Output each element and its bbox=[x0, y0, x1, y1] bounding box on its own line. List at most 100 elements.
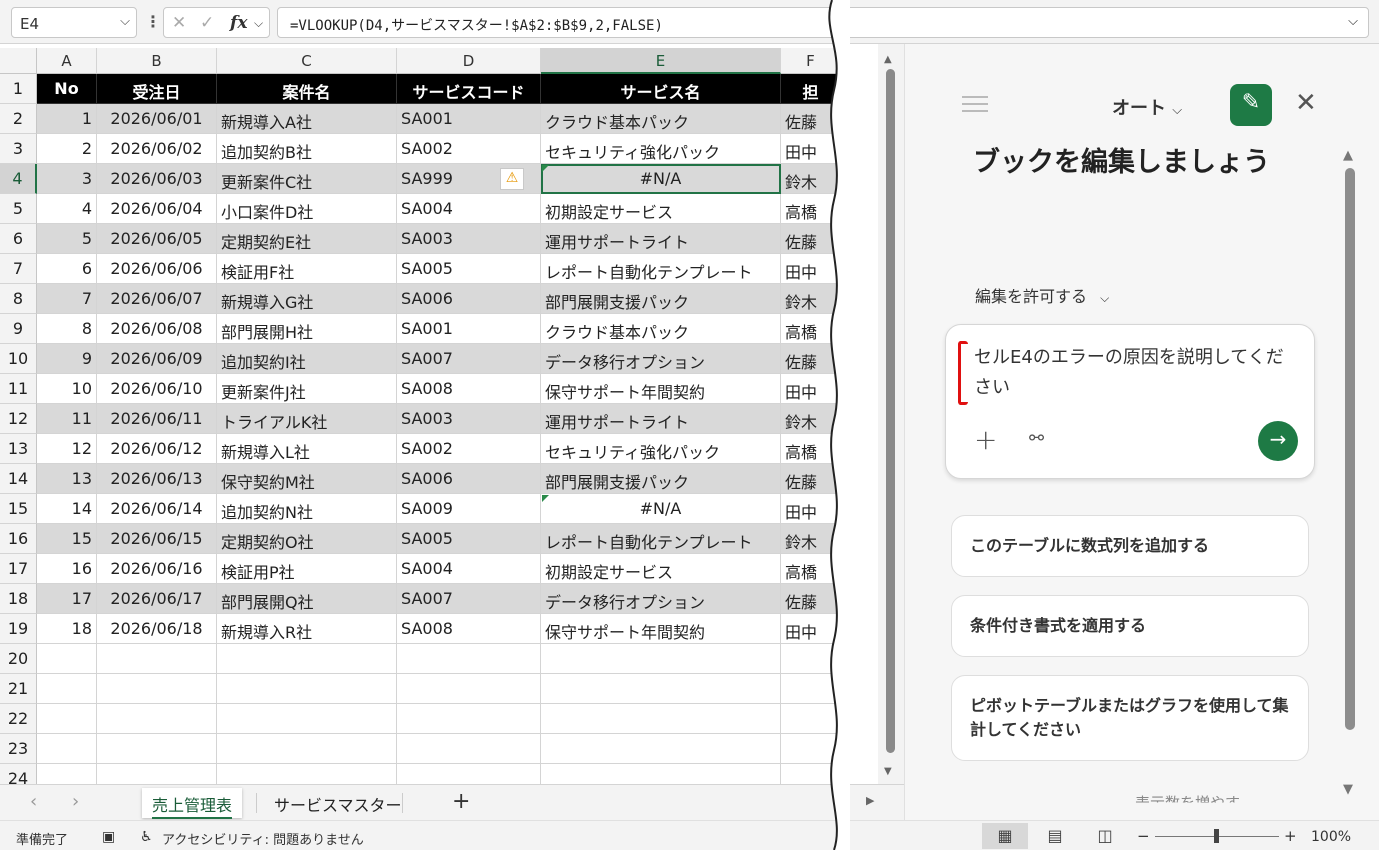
table-cell[interactable]: 2026/06/11 bbox=[97, 404, 217, 434]
table-cell[interactable]: 運用サポートライト bbox=[541, 404, 781, 434]
table-cell[interactable] bbox=[217, 674, 397, 704]
table-cell[interactable]: 1 bbox=[37, 104, 97, 134]
table-cell[interactable] bbox=[397, 644, 541, 674]
table-cell[interactable] bbox=[397, 764, 541, 784]
scroll-right-icon[interactable]: ▶ bbox=[866, 794, 874, 807]
next-sheet-icon[interactable]: › bbox=[72, 791, 79, 812]
suggestion-pivot-chart[interactable]: ピボットテーブルまたはグラフを使用して集計してください bbox=[951, 675, 1309, 761]
chevron-down-icon[interactable]: ⌵ bbox=[120, 14, 130, 29]
table-cell[interactable]: 更新案件C社 bbox=[217, 164, 397, 194]
new-chat-icon[interactable]: ✎ bbox=[1230, 84, 1272, 126]
table-cell[interactable]: 17 bbox=[37, 584, 97, 614]
table-cell[interactable]: 検証用F社 bbox=[217, 254, 397, 284]
row-header[interactable]: 13 bbox=[0, 434, 37, 464]
row-header[interactable]: 8 bbox=[0, 284, 37, 314]
row-header[interactable]: 20 bbox=[0, 644, 37, 674]
table-cell[interactable]: 9 bbox=[37, 344, 97, 374]
table-cell[interactable] bbox=[397, 674, 541, 704]
table-cell[interactable]: クラウド基本パック bbox=[541, 314, 781, 344]
row-header[interactable]: 12 bbox=[0, 404, 37, 434]
add-sheet-button[interactable]: + bbox=[452, 789, 470, 814]
table-cell[interactable]: 部門展開Q社 bbox=[217, 584, 397, 614]
table-cell[interactable]: 18 bbox=[37, 614, 97, 644]
table-cell[interactable]: 保守サポート年間契約 bbox=[541, 374, 781, 404]
table-cell[interactable] bbox=[97, 644, 217, 674]
page-layout-icon[interactable]: ▤ bbox=[1032, 823, 1078, 849]
table-header-cell[interactable]: 受注日 bbox=[97, 74, 217, 104]
table-cell[interactable]: 2 bbox=[37, 134, 97, 164]
table-cell[interactable]: 鈴木 bbox=[781, 284, 838, 314]
table-cell[interactable]: 鈴木 bbox=[781, 164, 838, 194]
macro-record-icon[interactable]: ▣ bbox=[102, 829, 115, 845]
table-cell[interactable] bbox=[781, 704, 838, 734]
table-cell[interactable]: SA001 bbox=[397, 104, 541, 134]
table-cell[interactable]: 保守契約M社 bbox=[217, 464, 397, 494]
table-cell[interactable]: 2026/06/05 bbox=[97, 224, 217, 254]
table-cell[interactable]: 田中 bbox=[781, 134, 838, 164]
row-header[interactable]: 15 bbox=[0, 494, 37, 524]
table-cell[interactable]: 検証用P社 bbox=[217, 554, 397, 584]
chevron-down-icon[interactable]: ⌵ bbox=[254, 16, 263, 31]
table-cell[interactable]: 13 bbox=[37, 464, 97, 494]
table-cell[interactable]: 追加契約I社 bbox=[217, 344, 397, 374]
table-cell[interactable]: 2026/06/01 bbox=[97, 104, 217, 134]
table-cell[interactable]: 6 bbox=[37, 254, 97, 284]
cancel-icon[interactable]: ✕ bbox=[172, 13, 186, 33]
table-cell[interactable]: 佐藤 bbox=[781, 224, 838, 254]
table-cell[interactable]: SA007 bbox=[397, 344, 541, 374]
row-header[interactable]: 17 bbox=[0, 554, 37, 584]
table-cell[interactable]: SA002 bbox=[397, 134, 541, 164]
permission-dropdown[interactable]: 編集を許可する ⌵ bbox=[975, 283, 1109, 307]
row-header[interactable]: 11 bbox=[0, 374, 37, 404]
table-cell[interactable]: SA009 bbox=[397, 494, 541, 524]
vertical-scrollbar[interactable]: ▲ ▼ bbox=[878, 44, 904, 784]
table-cell[interactable]: SA003 bbox=[397, 224, 541, 254]
table-cell[interactable]: データ移行オプション bbox=[541, 584, 781, 614]
table-cell[interactable]: SA008 bbox=[397, 374, 541, 404]
formula-input[interactable]: =VLOOKUP(D4,サービスマスター!$A$2:$B$9,2,FALSE) … bbox=[277, 7, 1369, 38]
spreadsheet-grid[interactable]: A B C D E F 1 2 3 4 5 6 7 8 9 10 11 12 13 14 15 16 17 18 19 20 21 2… bbox=[0, 44, 838, 784]
table-cell[interactable]: 田中 bbox=[781, 614, 838, 644]
accessibility-status[interactable]: アクセシビリティ: 問題ありません bbox=[162, 829, 364, 848]
table-cell[interactable]: 2026/06/17 bbox=[97, 584, 217, 614]
chevron-down-icon[interactable]: ⌵ bbox=[1348, 14, 1358, 29]
row-header[interactable]: 5 bbox=[0, 194, 37, 224]
table-cell[interactable]: 4 bbox=[37, 194, 97, 224]
table-cell[interactable]: 新規導入A社 bbox=[217, 104, 397, 134]
table-cell[interactable]: 追加契約N社 bbox=[217, 494, 397, 524]
scroll-down-icon[interactable]: ▼ bbox=[1343, 782, 1353, 797]
table-cell[interactable] bbox=[781, 674, 838, 704]
table-cell[interactable]: 2026/06/07 bbox=[97, 284, 217, 314]
table-cell[interactable] bbox=[97, 674, 217, 704]
table-cell[interactable]: SA005 bbox=[397, 254, 541, 284]
scroll-up-icon[interactable]: ▲ bbox=[884, 54, 892, 65]
table-cell[interactable] bbox=[541, 764, 781, 784]
pane-scrollbar-thumb[interactable] bbox=[1345, 168, 1355, 730]
column-header-e[interactable]: E bbox=[541, 48, 781, 74]
table-cell[interactable]: 小口案件D社 bbox=[217, 194, 397, 224]
table-cell[interactable]: データ移行オプション bbox=[541, 344, 781, 374]
table-cell[interactable]: 5 bbox=[37, 224, 97, 254]
table-cell[interactable]: 高橋 bbox=[781, 314, 838, 344]
row-header[interactable]: 3 bbox=[0, 134, 37, 164]
scroll-up-icon[interactable]: ▲ bbox=[1343, 148, 1353, 163]
table-cell[interactable]: 2026/06/10 bbox=[97, 374, 217, 404]
table-cell[interactable]: SA003 bbox=[397, 404, 541, 434]
chat-input-box[interactable]: セルE4のエラーの原因を説明してください + ⚯ → bbox=[945, 324, 1315, 479]
zoom-slider-handle[interactable] bbox=[1214, 829, 1219, 843]
table-cell[interactable] bbox=[541, 644, 781, 674]
send-arrow-icon[interactable]: → bbox=[1258, 421, 1298, 461]
row-header[interactable]: 21 bbox=[0, 674, 37, 704]
link-icon[interactable]: ⚯ bbox=[1029, 428, 1044, 449]
table-cell[interactable] bbox=[397, 704, 541, 734]
table-cell[interactable]: 初期設定サービス bbox=[541, 554, 781, 584]
warning-icon[interactable]: ⚠ bbox=[500, 168, 524, 190]
show-more-link[interactable]: 表示数を増やす bbox=[1135, 792, 1240, 803]
table-cell[interactable]: 2026/06/09 bbox=[97, 344, 217, 374]
suggestion-add-formula-column[interactable]: このテーブルに数式列を追加する bbox=[951, 515, 1309, 577]
table-cell[interactable]: 部門展開支援パック bbox=[541, 464, 781, 494]
table-cell[interactable]: 2026/06/13 bbox=[97, 464, 217, 494]
table-cell[interactable]: トライアルK社 bbox=[217, 404, 397, 434]
table-cell[interactable] bbox=[217, 764, 397, 784]
scroll-down-icon[interactable]: ▼ bbox=[884, 766, 892, 777]
